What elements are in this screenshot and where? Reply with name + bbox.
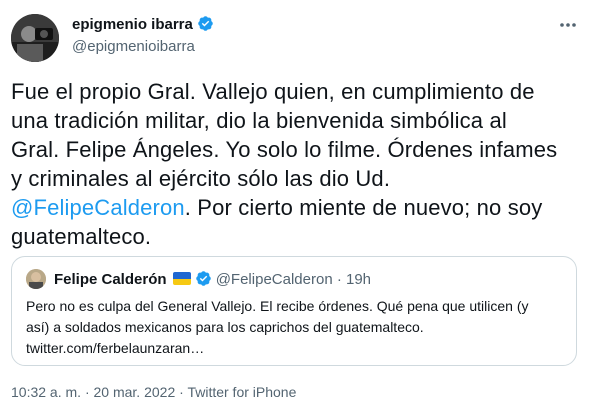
quoted-text: Pero no es culpa del General Vallejo. El…: [26, 296, 566, 359]
quoted-link[interactable]: twitter.com/ferbelaunzaran…: [26, 338, 566, 359]
tweet-line-text: . Por cierto miente de nuevo; no soy: [184, 195, 543, 220]
quoted-author-handle[interactable]: @FelipeCalderon: [216, 271, 333, 288]
mention-link[interactable]: @FelipeCalderon: [11, 195, 185, 220]
more-options-icon[interactable]: [555, 12, 581, 38]
tweet-date[interactable]: 20 mar. 2022: [94, 384, 176, 400]
quoted-author-avatar[interactable]: [26, 269, 46, 289]
tweet-source[interactable]: Twitter for iPhone: [187, 384, 296, 400]
tweet-text: Fue el propio Gral. Vallejo quien, en cu…: [11, 77, 581, 251]
tweet-line-with-mention: @FelipeCalderon. Por cierto miente de nu…: [11, 193, 581, 222]
meta-separator: ·: [179, 384, 184, 400]
tweet-line: Gral. Felipe Ángeles. Yo solo lo filme. …: [11, 137, 558, 162]
tweet-line: una tradición militar, dio la bienvenida…: [11, 108, 507, 133]
verified-badge-icon: [195, 270, 212, 292]
tweet-line: guatemalteco.: [11, 224, 152, 249]
meta-separator: ·: [84, 384, 90, 400]
tweet-line: y criminales al ejército sólo las dio Ud…: [11, 166, 391, 191]
author-avatar[interactable]: [11, 14, 59, 62]
author-name[interactable]: epigmenio ibarra: [72, 16, 193, 33]
quoted-tweet-card[interactable]: Felipe Calderón @FelipeCalderon · 19h Pe…: [11, 256, 577, 366]
tweet-meta: 10:32 a. m. · 20 mar. 2022 · Twitter for…: [11, 383, 296, 401]
ukraine-flag-icon: [172, 272, 191, 285]
quoted-header: Felipe Calderón @FelipeCalderon · 19h: [54, 270, 371, 292]
author-handle[interactable]: @epigmenioibarra: [72, 37, 195, 57]
quoted-line: Pero no es culpa del General Vallejo. El…: [26, 298, 529, 314]
quoted-author-name[interactable]: Felipe Calderón: [54, 271, 167, 288]
tweet-time[interactable]: 10:32 a. m.: [11, 384, 81, 400]
quoted-timestamp[interactable]: 19h: [346, 271, 371, 288]
verified-badge-icon: [197, 15, 214, 38]
meta-separator: ·: [336, 271, 342, 288]
author-name-row[interactable]: epigmenio ibarra: [72, 15, 214, 38]
tweet-line: Fue el propio Gral. Vallejo quien, en cu…: [11, 79, 535, 104]
quoted-line: así) a soldados mexicanos para los capri…: [26, 319, 424, 335]
